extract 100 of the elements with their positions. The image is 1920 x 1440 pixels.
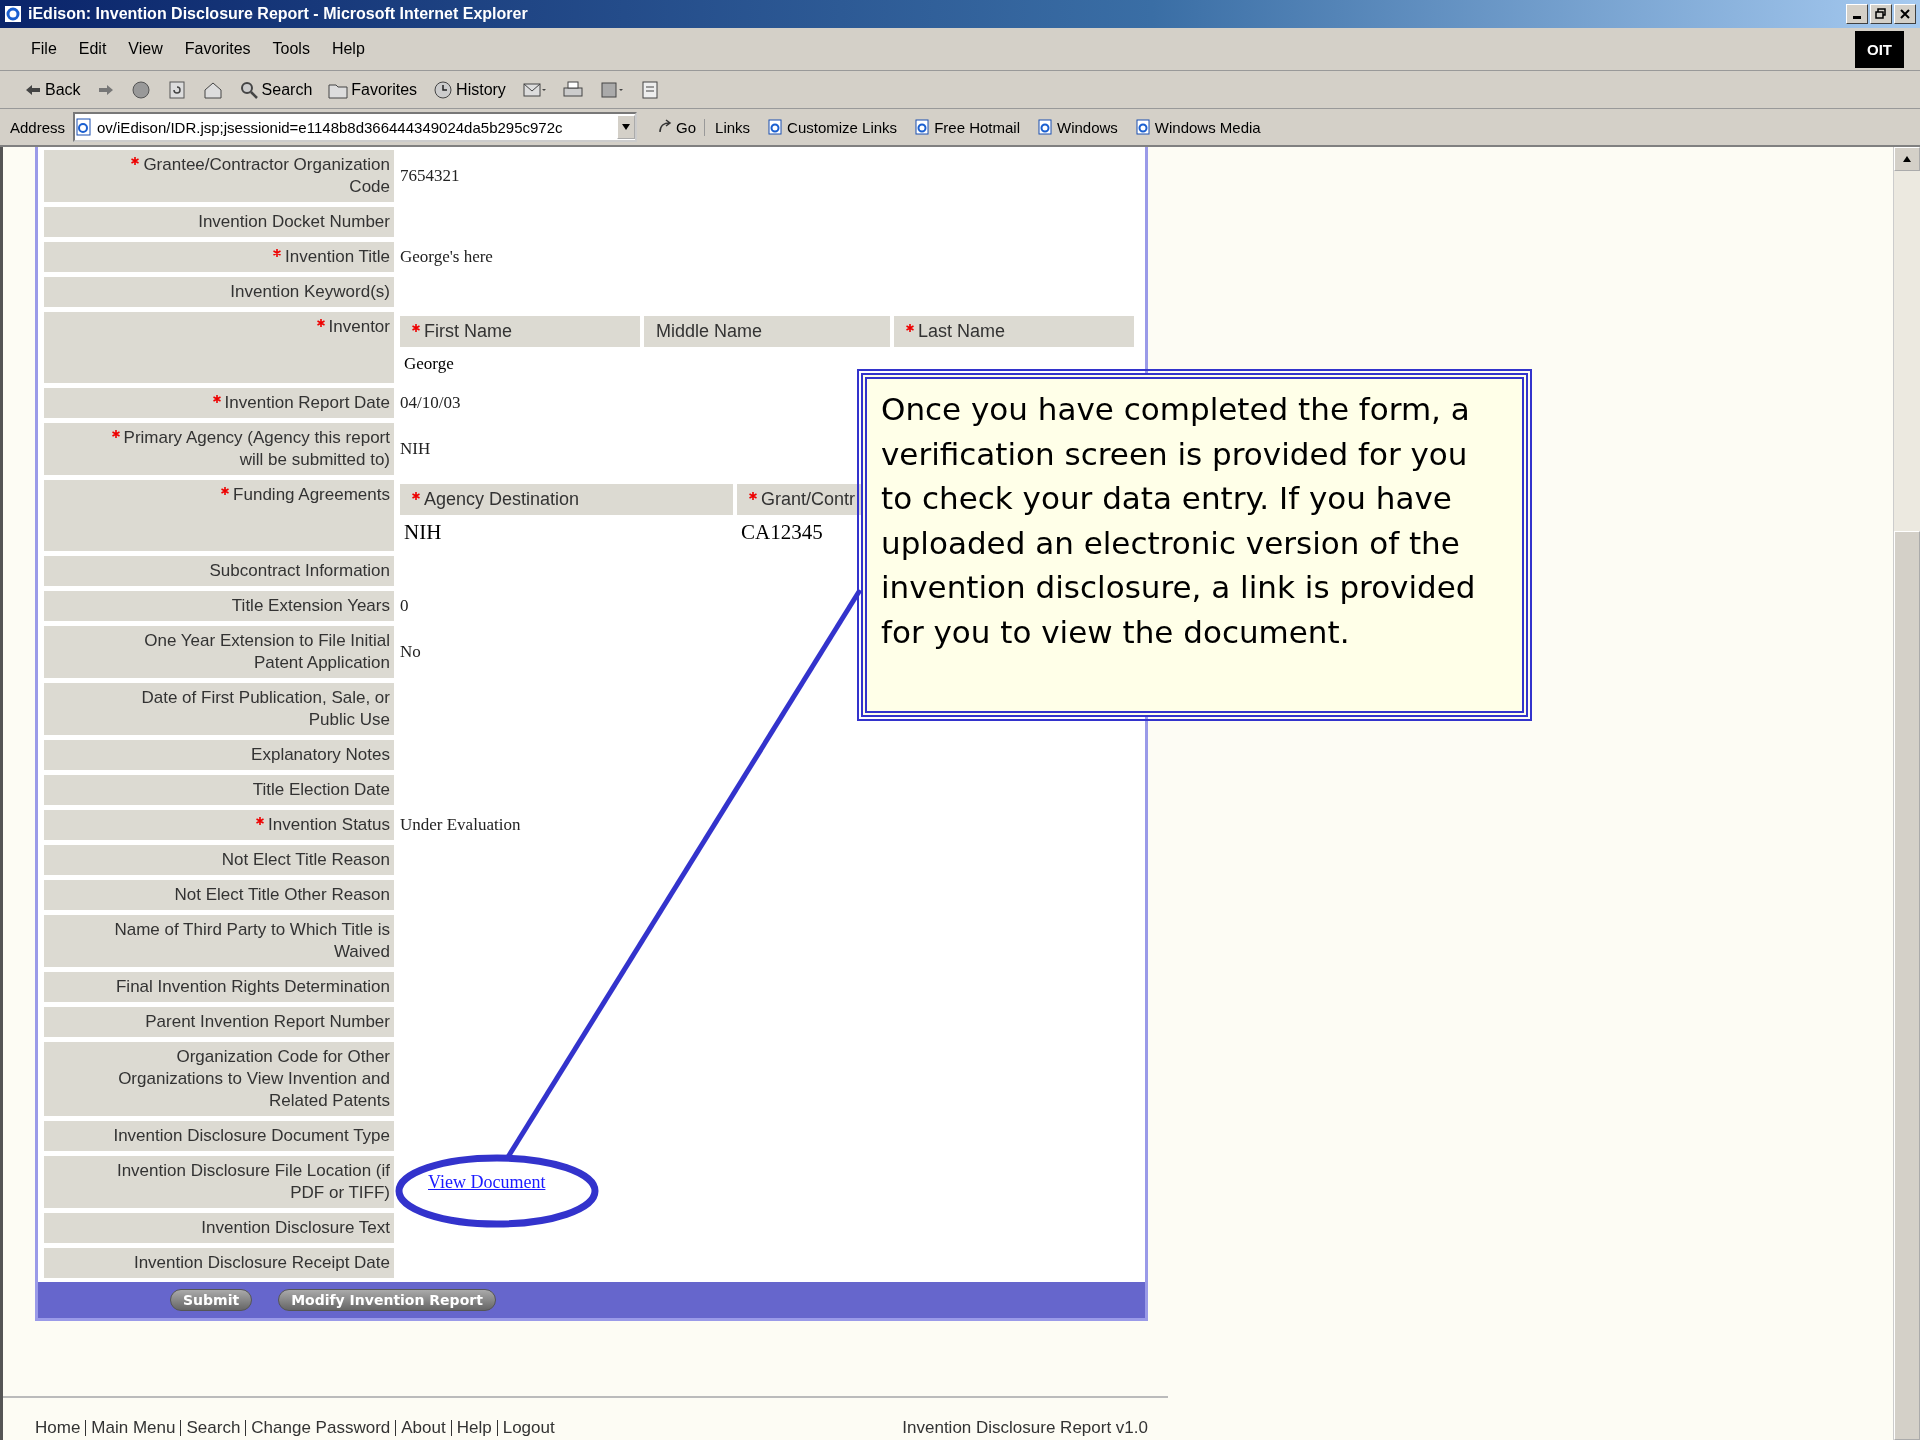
restore-icon	[1875, 8, 1887, 20]
field-label: Not Elect Title Other Reason	[44, 880, 394, 910]
browser-icon	[4, 5, 22, 23]
page-icon	[1135, 119, 1152, 135]
field-label: Explanatory Notes	[44, 740, 394, 770]
footer-link[interactable]: Search	[186, 1418, 241, 1438]
field-label: Invention Disclosure Receipt Date	[44, 1248, 394, 1278]
asterisk-icon	[111, 430, 120, 438]
document-icon	[599, 79, 624, 100]
table-cell: CA12345	[741, 519, 823, 545]
scrollbar[interactable]	[1893, 147, 1920, 1440]
links-bar-item[interactable]: Customize Links	[768, 118, 898, 136]
page-icon	[1038, 119, 1054, 135]
window-title: iEdison: Invention Disclosure Report - Microsoft Internet Explorer	[28, 5, 528, 23]
field-label: Name of Third Party to Which Title is Waived	[44, 915, 394, 967]
field-value: 7654321	[400, 166, 460, 186]
links-label: Links	[704, 118, 751, 136]
asterisk-icon	[316, 319, 325, 327]
footer-link[interactable]: Main Menu	[91, 1418, 176, 1438]
form-button[interactable]: Submit	[170, 1289, 253, 1311]
asterisk-icon	[131, 157, 140, 165]
address-label: Address	[10, 118, 66, 136]
footer-link[interactable]: Change Password	[251, 1418, 391, 1438]
stop-icon	[130, 79, 151, 100]
toolbar-button[interactable]: Favorites	[324, 78, 422, 101]
restore-button[interactable]	[1870, 4, 1892, 24]
printer-icon	[561, 79, 584, 100]
address-field[interactable]: ov/iEdison/IDR.jsp;jsessionid=e1148b8d366444349024da5b295c972c	[73, 112, 638, 142]
page-icon	[75, 118, 94, 136]
notepad-icon	[639, 79, 660, 100]
field-value: Under Evaluation	[400, 815, 521, 835]
column-header: Last Name	[894, 316, 1134, 347]
field-label: Title Extension Years	[44, 591, 394, 621]
menu-item[interactable]: Tools	[263, 38, 319, 60]
footer-link[interactable]: Home	[35, 1418, 81, 1438]
version-text: Invention Disclosure Report v1.0	[902, 1418, 1148, 1438]
column-header: Middle Name	[644, 316, 890, 347]
scroll-up-button[interactable]	[1894, 147, 1920, 171]
field-value: NIH	[400, 439, 431, 459]
field-label: Invention Status	[44, 810, 394, 840]
field-label: Inventor	[44, 312, 394, 383]
field-label: Primary Agency (Agency this report will be submitted to)	[44, 423, 394, 475]
field-value: No	[400, 642, 421, 662]
toolbar-button[interactable]: Search	[234, 77, 317, 102]
links-bar-item[interactable]: Windows Media	[1135, 118, 1261, 136]
go-button[interactable]: Go	[657, 118, 697, 136]
field-label: Invention Disclosure Document Type	[44, 1121, 394, 1151]
menu-item[interactable]: View	[119, 38, 172, 60]
field-label: Invention Title	[44, 242, 394, 272]
asterisk-icon	[221, 487, 230, 495]
close-icon	[1899, 8, 1911, 20]
curved-arrow-icon	[657, 119, 674, 135]
links-bar-item[interactable]: Free Hotmail	[915, 118, 1020, 136]
close-button[interactable]	[1894, 4, 1916, 24]
field-label: Invention Disclosure Text	[44, 1213, 394, 1243]
asterisk-icon	[256, 817, 265, 825]
menu-item[interactable]: File	[22, 38, 66, 60]
field-label: Title Election Date	[44, 775, 394, 805]
field-label: Parent Invention Report Number	[44, 1007, 394, 1037]
toolbar-button[interactable]: Back	[20, 78, 85, 101]
field-label: Organization Code for Other Organizations to View Invention and Related Patents	[44, 1042, 394, 1116]
field-label: Invention Report Date	[44, 388, 394, 418]
toolbar-button[interactable]: History	[429, 77, 510, 102]
links-bar-item[interactable]: Windows	[1038, 118, 1118, 136]
field-value: 0	[400, 596, 409, 616]
menu-item[interactable]: Favorites	[175, 38, 260, 60]
field-label: Subcontract Information	[44, 556, 394, 586]
footer-link[interactable]: Help	[456, 1418, 492, 1438]
view-document-link[interactable]: View Document	[428, 1171, 546, 1193]
asterisk-icon	[212, 395, 221, 403]
menu-item[interactable]: Help	[322, 38, 374, 60]
field-label: Invention Docket Number	[44, 207, 394, 237]
field-label: Invention Disclosure File Location (if PDF or TIFF)	[44, 1156, 394, 1208]
field-label: Final Invention Rights Determination	[44, 972, 394, 1002]
page-icon	[768, 119, 785, 135]
column-header: Agency Destination	[400, 484, 733, 515]
refresh-icon	[166, 79, 187, 100]
field-label: Funding Agreements	[44, 480, 394, 551]
clock-icon	[433, 79, 454, 100]
logo-badge: OIT	[1855, 30, 1904, 68]
field-label: Not Elect Title Reason	[44, 845, 394, 875]
scroll-thumb[interactable]	[1894, 531, 1920, 1440]
minimize-button[interactable]	[1846, 4, 1868, 24]
footer-link[interactable]: Logout	[502, 1418, 555, 1438]
field-label: Date of First Publication, Sale, or Public Use	[44, 683, 394, 735]
table-cell: NIH	[404, 519, 442, 545]
asterisk-icon	[273, 249, 282, 257]
footer-link[interactable]: About	[401, 1418, 446, 1438]
up-arrow-icon	[1902, 155, 1912, 163]
field-value: 04/10/03	[400, 393, 461, 413]
field-label: One Year Extension to File Initial Patent Application	[44, 626, 394, 678]
field-label: Grantee/Contractor Organization Code	[44, 150, 394, 202]
minimize-icon	[1853, 16, 1861, 19]
column-header: First Name	[400, 316, 640, 347]
table-cell: George	[404, 354, 454, 374]
menu-item[interactable]: Edit	[69, 38, 116, 60]
search-icon	[238, 79, 259, 100]
form-button[interactable]: Modify Invention Report	[278, 1289, 496, 1311]
page-icon	[915, 119, 932, 135]
field-value: George's here	[400, 247, 493, 267]
